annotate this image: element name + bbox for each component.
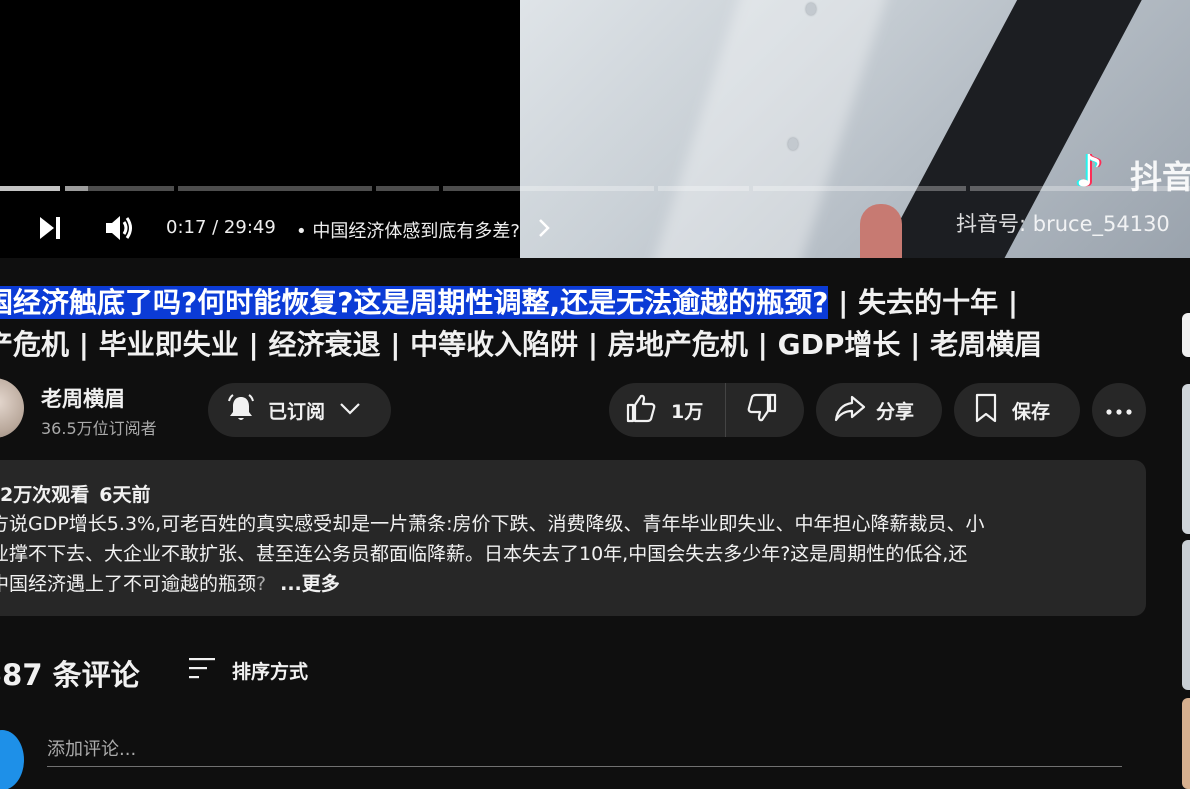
- channel-avatar[interactable]: [0, 378, 24, 438]
- sidebar-thumbnail-edge[interactable]: [1182, 540, 1190, 690]
- progress-segment-played: [0, 186, 60, 191]
- progress-segment: [970, 186, 1190, 191]
- share-label: 分享: [876, 400, 915, 423]
- comments-count: 587 条评论: [0, 658, 140, 692]
- video-player[interactable]: ♪ 抖音 抖音号: bruce_54130 0:17 / 29:49 • 中国经…: [0, 0, 1190, 258]
- shirt-button: [788, 138, 798, 150]
- progress-segment: [88, 186, 174, 191]
- bookmark-icon: [974, 393, 998, 428]
- upload-age: 6天前: [99, 484, 151, 506]
- title-line-2: 产危机 | 毕业即失业 | 经济衰退 | 中等收入陷阱 | 房地产危机 | GD…: [0, 328, 1043, 361]
- like-count: 1万: [671, 400, 704, 423]
- title-text: | 失去的十年 |: [828, 286, 1019, 319]
- like-button[interactable]: 1万: [609, 383, 727, 437]
- title-selected-text: 国经济触底了吗?何时能恢复?这是周期性调整,还是无法逾越的瓶颈?: [0, 286, 829, 319]
- chevron-right-icon[interactable]: [536, 217, 552, 243]
- sidebar-thumbnail-edge[interactable]: [1182, 698, 1190, 789]
- progress-segment-buffered: [65, 186, 88, 191]
- show-more-link[interactable]: ...更多: [280, 573, 340, 595]
- view-count: 2万次观看: [0, 484, 90, 506]
- dislike-button[interactable]: [726, 393, 778, 428]
- bell-icon: [226, 393, 256, 428]
- player-controls: 0:17 / 29:49 • 中国经济体感到底有多差?: [0, 205, 1190, 251]
- description-line: 方说GDP增长5.3%,可老百姓的真实感受却是一片萧条:房价下跌、消费降级、青年…: [0, 513, 985, 535]
- description-question-mark: ?: [256, 573, 267, 595]
- video-title: 国经济触底了吗?何时能恢复?这是周期性调整,还是无法逾越的瓶颈? | 失去的十年…: [0, 282, 1160, 366]
- sort-button[interactable]: 排序方式: [188, 656, 308, 685]
- thumbs-up-icon: [625, 393, 657, 428]
- more-horizontal-icon: [1106, 399, 1132, 421]
- thumbs-down-icon: [746, 393, 778, 428]
- next-icon[interactable]: [34, 213, 66, 243]
- description-box[interactable]: 2万次观看 6天前 方说GDP增长5.3%,可老百姓的真实感受却是一片萧条:房价下…: [0, 460, 1146, 616]
- share-icon: [834, 394, 866, 427]
- progress-bar[interactable]: [0, 186, 1190, 191]
- description-line: 中国经济遇上了不可逾越的瓶颈: [0, 573, 257, 595]
- description-text: 方说GDP增长5.3%,可老百姓的真实感受却是一片萧条:房价下跌、消费降级、青年…: [0, 509, 1110, 599]
- volume-icon[interactable]: [104, 213, 136, 243]
- subscriber-count: 36.5万位订阅者: [41, 419, 157, 438]
- subscribed-label: 已订阅: [268, 400, 326, 423]
- sidebar-edge-element[interactable]: [1182, 313, 1190, 357]
- chapter-title[interactable]: • 中国经济体感到底有多差?: [296, 217, 520, 243]
- description-meta: 2万次观看 6天前: [0, 480, 1146, 507]
- progress-segment: [376, 186, 439, 191]
- like-dislike-group: 1万: [609, 383, 804, 437]
- progress-segment: [443, 186, 654, 191]
- more-actions-button[interactable]: [1092, 383, 1146, 437]
- sidebar-thumbnail-edge[interactable]: [1182, 384, 1190, 534]
- description-line: 业撑不下去、大企业不敢扩张、甚至连公务员都面临降薪。日本失去了10年,中国会失去…: [0, 543, 968, 565]
- subscribed-button[interactable]: 已订阅: [208, 383, 391, 437]
- user-avatar: [0, 730, 24, 789]
- sort-icon: [188, 656, 216, 685]
- share-button[interactable]: 分享: [816, 383, 942, 437]
- comment-input[interactable]: 添加评论...: [47, 730, 1122, 767]
- sort-label: 排序方式: [232, 661, 309, 683]
- save-button[interactable]: 保存: [954, 383, 1080, 437]
- watermark-brand: 抖音: [1130, 158, 1190, 196]
- shirt-button: [806, 3, 816, 15]
- chevron-down-icon: [339, 399, 361, 421]
- time-display: 0:17 / 29:49: [166, 217, 276, 238]
- save-label: 保存: [1012, 400, 1051, 423]
- channel-name[interactable]: 老周横眉: [41, 383, 125, 413]
- progress-segment: [658, 186, 749, 191]
- progress-segment: [753, 186, 966, 191]
- progress-segment: [178, 186, 372, 191]
